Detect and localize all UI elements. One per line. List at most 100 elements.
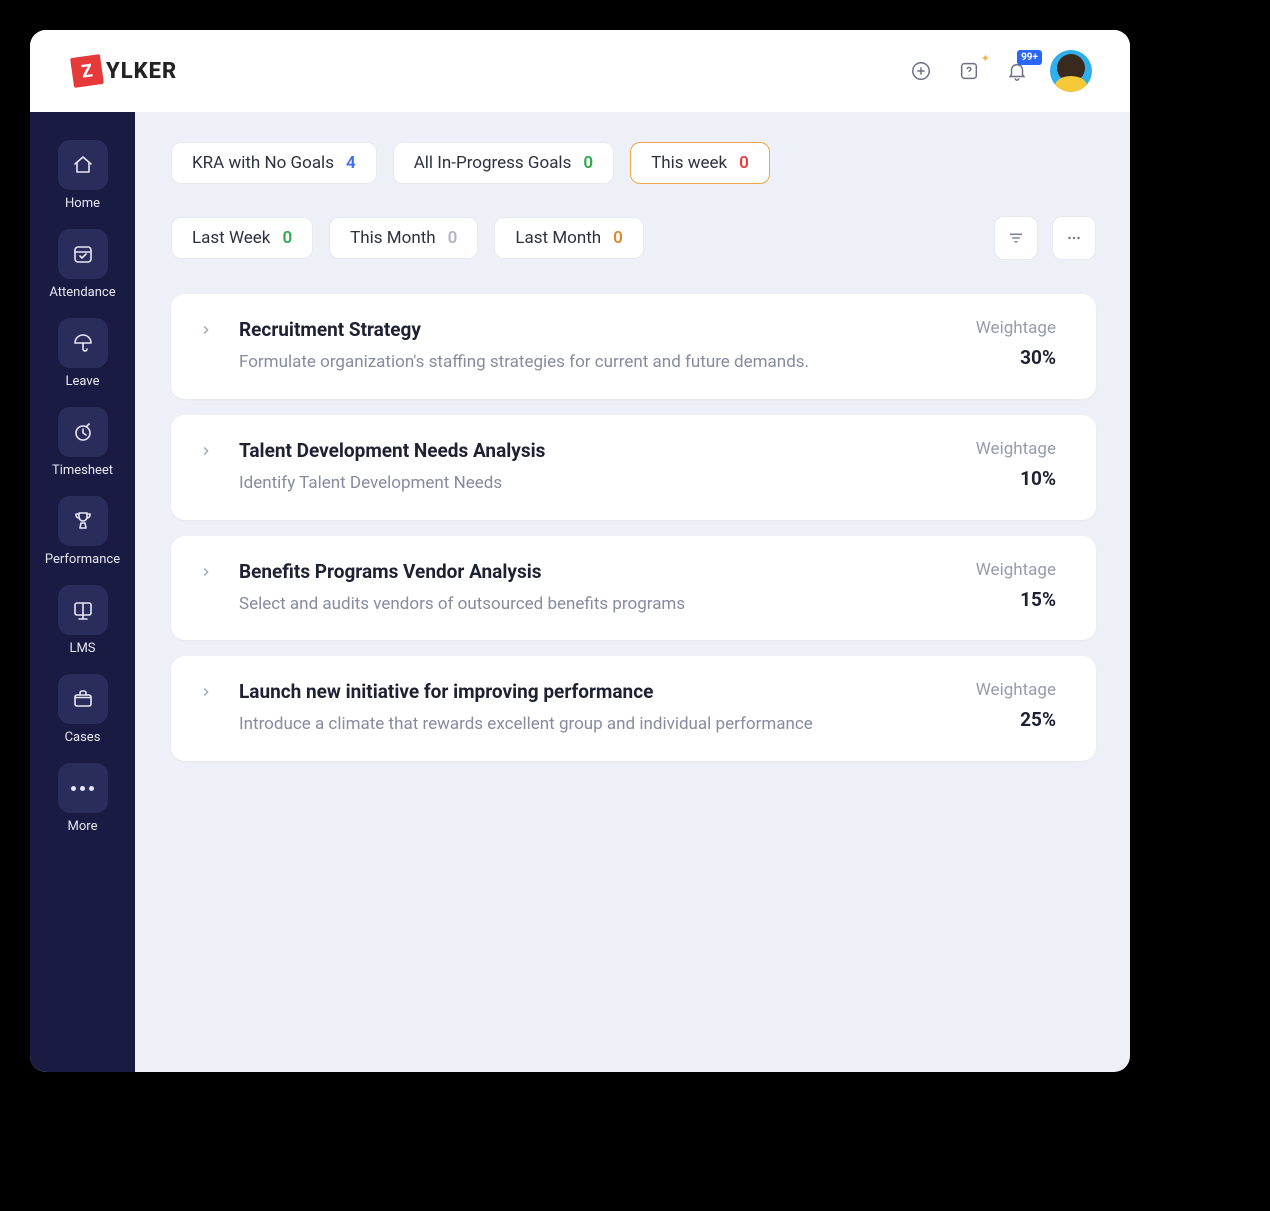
home-icon [71, 153, 95, 177]
app-frame: Z YLKER ✦ 99+ Home Attendance Leave Timeshe… [30, 30, 1130, 1072]
sidebar: Home Attendance Leave Timesheet Performance L… [30, 112, 135, 1072]
weightage-value: 30% [936, 346, 1056, 369]
sidebar-item-label: LMS [69, 641, 95, 656]
kra-weightage: Weightage 15% [936, 560, 1056, 611]
filter-chip-count: 0 [613, 228, 623, 248]
kra-description: Introduce a climate that rewards excelle… [239, 713, 916, 737]
kra-description: Formulate organization's staffing strate… [239, 351, 916, 375]
sidebar-item-label: Timesheet [52, 463, 113, 478]
add-button[interactable] [906, 56, 936, 86]
briefcase-icon [71, 687, 95, 711]
expand-toggle[interactable] [199, 443, 219, 462]
chevron-right-icon [199, 444, 213, 458]
sidebar-item-leave[interactable]: Leave [38, 318, 128, 401]
sidebar-item-cases[interactable]: Cases [38, 674, 128, 757]
sidebar-item-home[interactable]: Home [38, 140, 128, 223]
plus-circle-icon [910, 60, 932, 82]
filter-actions [994, 216, 1096, 260]
filter-chip-count: 0 [282, 228, 292, 248]
weightage-value: 25% [936, 708, 1056, 731]
kra-card: Recruitment Strategy Formulate organizati… [171, 294, 1096, 399]
sparkle-icon: ✦ [981, 52, 990, 65]
weightage-label: Weightage [936, 318, 1056, 338]
sidebar-item-attendance[interactable]: Attendance [38, 229, 128, 312]
filter-chip-label: Last Month [515, 228, 601, 248]
filter-chip[interactable]: This week 0 [630, 142, 770, 184]
kra-title: Benefits Programs Vendor Analysis [239, 560, 916, 583]
kra-weightage: Weightage 10% [936, 439, 1056, 490]
filter-chip[interactable]: KRA with No Goals 4 [171, 142, 377, 184]
kra-title: Talent Development Needs Analysis [239, 439, 916, 462]
kra-card-body: Recruitment Strategy Formulate organizati… [239, 318, 916, 375]
filter-chip-count: 4 [346, 153, 356, 173]
kra-description: Select and audits vendors of outsourced … [239, 593, 916, 617]
trophy-icon [71, 509, 95, 533]
sidebar-item-more[interactable]: More [38, 763, 128, 846]
chevron-right-icon [199, 685, 213, 699]
kra-card: Talent Development Needs Analysis Identif… [171, 415, 1096, 520]
kra-title: Recruitment Strategy [239, 318, 916, 341]
sidebar-item-label: Performance [45, 552, 120, 567]
filter-button[interactable] [994, 216, 1038, 260]
kra-card-body: Benefits Programs Vendor Analysis Select … [239, 560, 916, 617]
calendar-check-icon [71, 242, 95, 266]
body: Home Attendance Leave Timesheet Performance L… [30, 112, 1130, 1072]
kra-description: Identify Talent Development Needs [239, 472, 916, 496]
header: Z YLKER ✦ 99+ [30, 30, 1130, 112]
filter-chip-label: All In-Progress Goals [414, 153, 572, 173]
filter-icon [1007, 229, 1025, 247]
help-button[interactable]: ✦ [954, 56, 984, 86]
expand-toggle[interactable] [199, 564, 219, 583]
filter-chip-count: 0 [448, 228, 458, 248]
notification-badge: 99+ [1017, 50, 1042, 65]
avatar[interactable] [1050, 50, 1092, 92]
sidebar-item-label: Home [65, 196, 100, 211]
clock-icon [71, 420, 95, 444]
expand-toggle[interactable] [199, 684, 219, 703]
more-actions-button[interactable] [1052, 216, 1096, 260]
notifications-button[interactable]: 99+ [1002, 56, 1032, 86]
chevron-right-icon [199, 565, 213, 579]
main: KRA with No Goals 4 All In-Progress Goals 0… [135, 112, 1130, 1072]
weightage-label: Weightage [936, 560, 1056, 580]
kra-list: Recruitment Strategy Formulate organizati… [171, 294, 1096, 761]
kra-card: Benefits Programs Vendor Analysis Select … [171, 536, 1096, 641]
filter-chip-count: 0 [583, 153, 593, 173]
sidebar-item-performance[interactable]: Performance [38, 496, 128, 579]
header-actions: ✦ 99+ [906, 50, 1092, 92]
logo[interactable]: Z YLKER [72, 56, 177, 86]
umbrella-icon [71, 331, 95, 355]
kra-title: Launch new initiative for improving perf… [239, 680, 916, 703]
sidebar-item-label: Cases [65, 730, 101, 745]
weightage-value: 15% [936, 588, 1056, 611]
filter-chip[interactable]: All In-Progress Goals 0 [393, 142, 614, 184]
expand-toggle[interactable] [199, 322, 219, 341]
filter-chip-label: This Month [350, 228, 435, 248]
sidebar-item-label: Attendance [49, 285, 115, 300]
filter-chip-label: This week [651, 153, 727, 173]
logo-text: YLKER [106, 59, 177, 84]
more-icon [71, 786, 94, 791]
kra-card-body: Launch new initiative for improving perf… [239, 680, 916, 737]
filter-chip[interactable]: This Month 0 [329, 217, 478, 259]
filter-chip[interactable]: Last Week0 [171, 217, 313, 259]
chevron-right-icon [199, 323, 213, 337]
kra-weightage: Weightage 25% [936, 680, 1056, 731]
weightage-label: Weightage [936, 680, 1056, 700]
kra-card: Launch new initiative for improving perf… [171, 656, 1096, 761]
more-h-icon [1065, 229, 1083, 247]
filter-chip[interactable]: Last Month 0 [494, 217, 644, 259]
kra-card-body: Talent Development Needs Analysis Identif… [239, 439, 916, 496]
board-icon [71, 598, 95, 622]
help-icon [958, 60, 980, 82]
sidebar-item-timesheet[interactable]: Timesheet [38, 407, 128, 490]
filter-bar: KRA with No Goals 4 All In-Progress Goals 0… [171, 142, 1096, 260]
weightage-label: Weightage [936, 439, 1056, 459]
filter-chip-count: 0 [739, 153, 749, 173]
logo-mark-icon: Z [70, 54, 104, 88]
weightage-value: 10% [936, 467, 1056, 490]
sidebar-item-label: More [68, 819, 98, 834]
filter-chip-label: KRA with No Goals [192, 153, 334, 173]
sidebar-item-lms[interactable]: LMS [38, 585, 128, 668]
sidebar-item-label: Leave [66, 374, 100, 389]
